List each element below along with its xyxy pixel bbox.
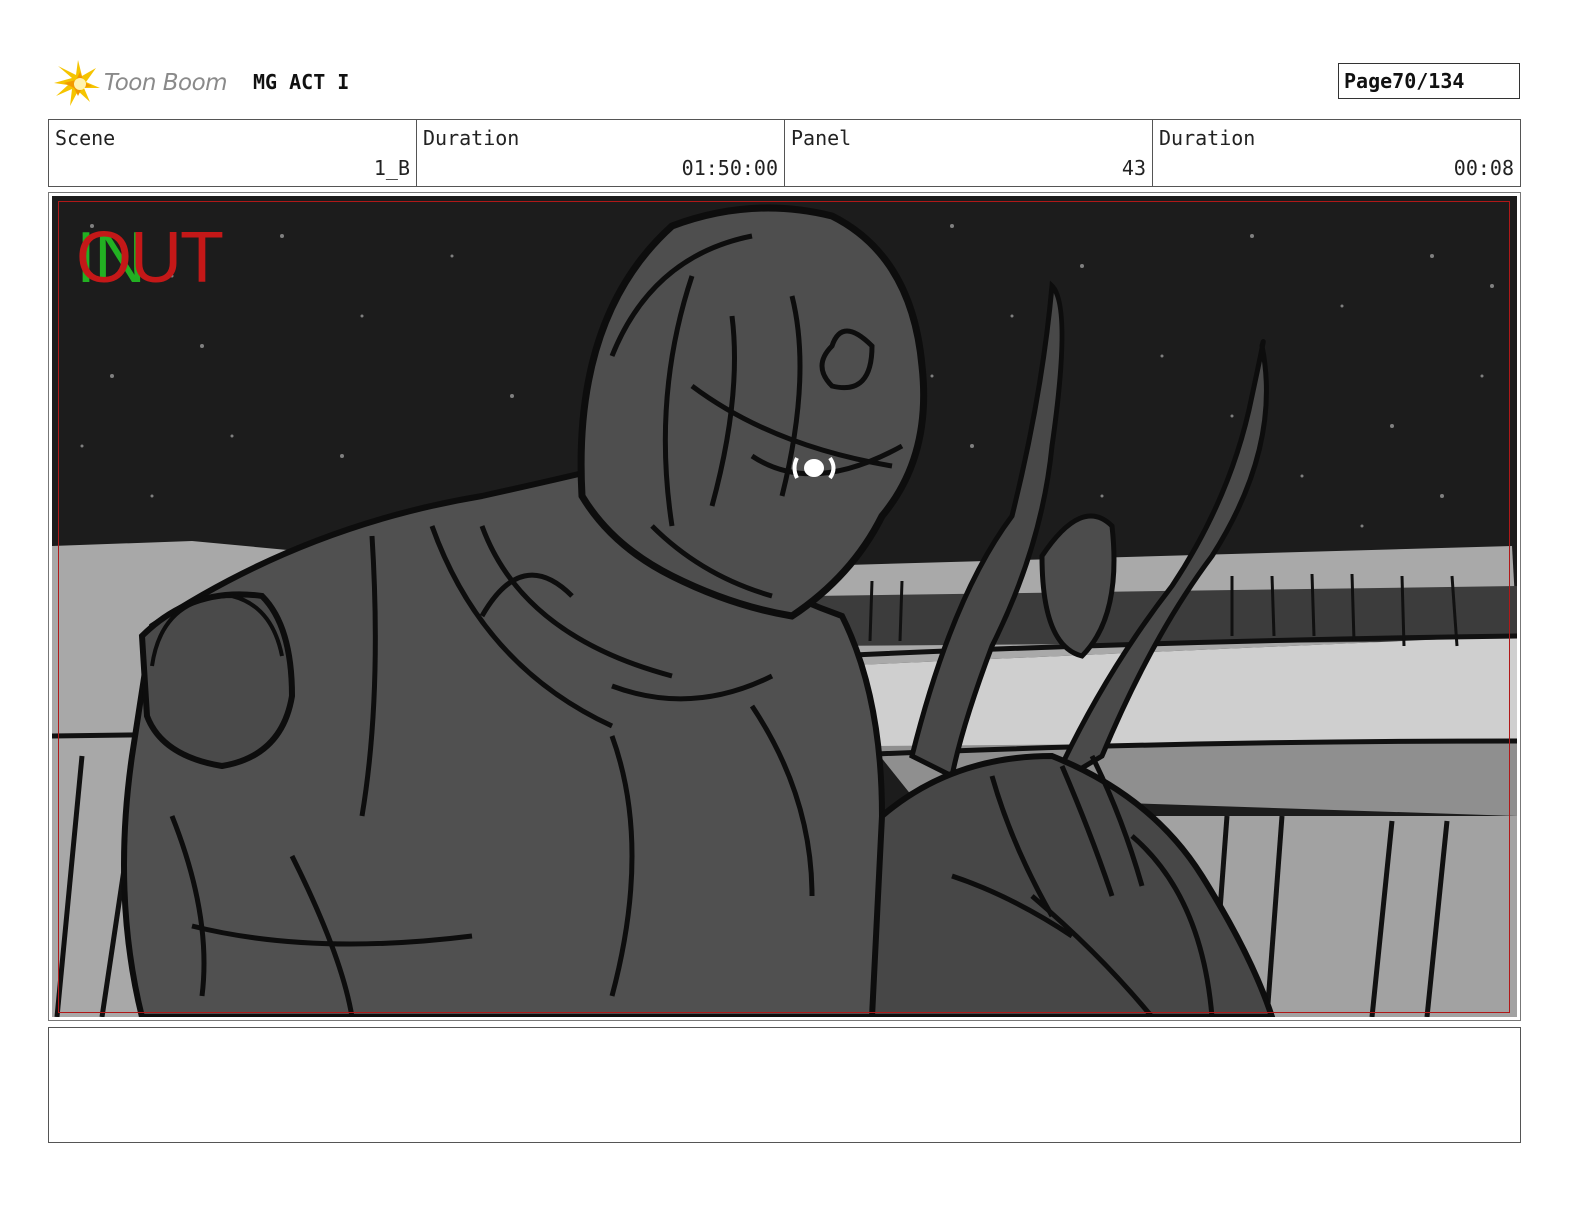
panel-duration-value: 00:08 [1453,156,1514,180]
scene-duration-label: Duration [423,126,520,150]
starburst-icon [54,60,100,106]
in-out-marker: IN OUT [76,222,246,294]
panel-info-table: Scene 1_B Duration 01:50:00 Panel 43 Dur… [48,119,1521,187]
page-label: Page [1344,69,1393,93]
scene-label: Scene [55,126,116,150]
panel-notes-box [48,1027,1521,1143]
panel-duration-label: Duration [1159,126,1256,150]
toon-boom-logo: Toon Boom [50,58,240,108]
project-title: MG ACT I [253,70,350,94]
scene-duration-cell: Duration 01:50:00 [416,120,784,186]
panel-cell: Panel 43 [784,120,1152,186]
logo-text: Toon Boom [104,70,228,96]
sketch-illustration [52,196,1517,1017]
scene-cell: Scene 1_B [49,120,416,186]
out-marker-label: OUT [76,218,224,298]
panel-value: 43 [1121,156,1146,180]
scene-duration-value: 01:50:00 [681,156,778,180]
page-number: 70/134 [1392,69,1465,93]
scene-value: 1_B [373,156,410,180]
page-indicator: Page 70/134 [1338,63,1520,99]
panel-duration-cell: Duration 00:08 [1152,120,1520,186]
panel-label: Panel [791,126,852,150]
storyboard-drawing [52,196,1517,1017]
